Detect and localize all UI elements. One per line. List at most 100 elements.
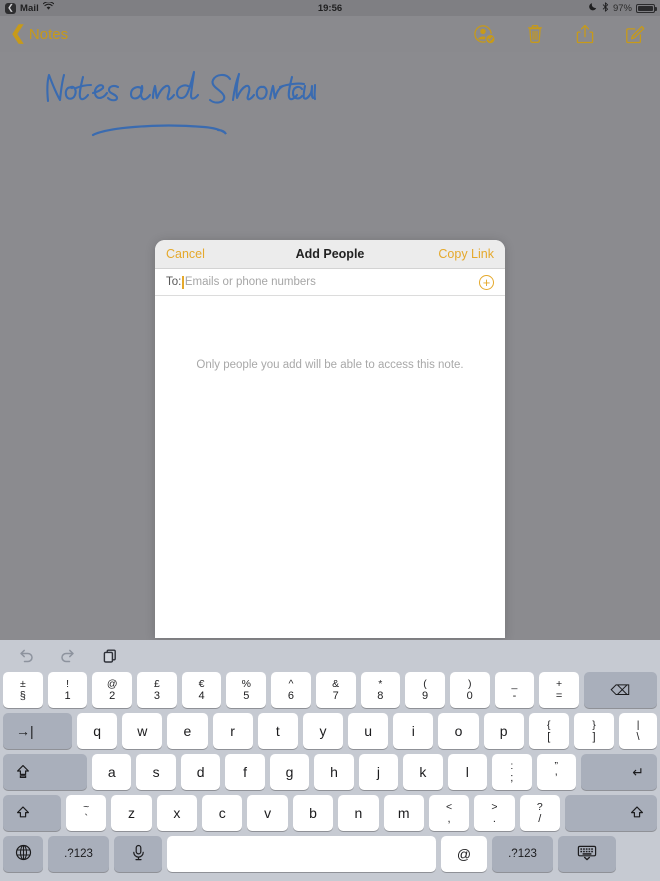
- key-top-label: _: [511, 677, 518, 690]
- key--[interactable]: _ -: [494, 672, 535, 708]
- key-shift-left[interactable]: [3, 795, 61, 831]
- key-label: s: [152, 764, 160, 780]
- status-bar-right: 97%: [589, 1, 660, 15]
- keyboard-row-numbers: ± §! 1 @2 £3 €4% 5 ^ 6 & 7 * 8(9) 0 _ - + = ⌫: [3, 672, 657, 708]
- add-contact-icon[interactable]: +: [479, 274, 494, 290]
- key-symbol-1[interactable]: >.: [474, 795, 515, 831]
- key-punct-0[interactable]: :;: [492, 754, 532, 790]
- key-backspace[interactable]: ⌫: [583, 672, 657, 708]
- key-m[interactable]: m: [383, 795, 424, 831]
- key-globe[interactable]: [3, 836, 43, 872]
- key-bottom-label: 2: [109, 689, 116, 702]
- key-top-label: *: [378, 677, 383, 690]
- key-bottom-label: 3: [153, 689, 160, 702]
- key-bracket-0[interactable]: {[: [528, 713, 569, 749]
- key-r[interactable]: r: [212, 713, 253, 749]
- key-bottom-label: ;: [510, 771, 514, 784]
- key-h[interactable]: h: [314, 754, 354, 790]
- key-dictation[interactable]: [114, 836, 162, 872]
- key-label: l: [465, 764, 469, 780]
- key-d[interactable]: d: [180, 754, 221, 790]
- key-§[interactable]: ± §: [3, 672, 43, 708]
- key-j[interactable]: j: [358, 754, 399, 790]
- key-label: j: [376, 764, 380, 780]
- key-v[interactable]: v: [247, 795, 288, 831]
- key-label: c: [218, 805, 226, 821]
- key-space[interactable]: [167, 836, 436, 872]
- key-top-label: ^: [288, 677, 294, 690]
- key-x[interactable]: x: [156, 795, 198, 831]
- key-l[interactable]: l: [447, 754, 488, 790]
- bluetooth-icon: [602, 1, 609, 15]
- battery-percent-label: 97%: [612, 2, 632, 14]
- key-5[interactable]: % 5: [226, 672, 267, 708]
- key-7[interactable]: & 7: [315, 672, 356, 708]
- paste-icon[interactable]: [101, 647, 119, 665]
- key-g[interactable]: g: [269, 754, 310, 790]
- compose-icon[interactable]: [624, 23, 646, 45]
- key-1[interactable]: ! 1: [47, 672, 88, 708]
- key-label: b: [309, 805, 317, 821]
- key-o[interactable]: o: [438, 713, 479, 749]
- add-collaborator-icon[interactable]: [474, 23, 496, 45]
- key-top-label: }: [592, 718, 596, 731]
- recipients-input[interactable]: Emails or phone numbers: [185, 276, 316, 288]
- key-label: g: [285, 764, 294, 780]
- key-bracket-2[interactable]: | \: [619, 713, 658, 749]
- key-k[interactable]: k: [403, 754, 443, 790]
- share-icon[interactable]: [574, 23, 596, 45]
- key-bracket-1[interactable]: }]: [573, 713, 615, 749]
- hide-keyboard-icon: [577, 845, 597, 864]
- key-s[interactable]: s: [136, 754, 176, 790]
- key-tilde[interactable]: ~ `: [66, 795, 107, 831]
- status-bar-clock: 19:56: [317, 2, 343, 14]
- keyboard-row-qwerty: →| qwertyuiop {[}] | \: [3, 713, 658, 749]
- modal-info-text: Only people you add will be able to acce…: [196, 359, 464, 371]
- key-bottom-label: 0: [466, 689, 473, 702]
- key-punct-1[interactable]: ”’: [536, 754, 576, 790]
- key-q[interactable]: q: [77, 713, 118, 749]
- key-numbers-left[interactable]: .?123: [48, 836, 109, 872]
- key-0[interactable]: ) 0: [449, 672, 490, 708]
- key-shift-right[interactable]: [564, 795, 657, 831]
- key-tab[interactable]: →|: [3, 713, 72, 749]
- key-symbol-0[interactable]: <,: [428, 795, 470, 831]
- key-at[interactable]: @: [441, 836, 487, 872]
- key-4[interactable]: €4: [181, 672, 222, 708]
- key-y[interactable]: y: [302, 713, 344, 749]
- key-p[interactable]: p: [483, 713, 524, 749]
- key-numbers-right[interactable]: .?123: [492, 836, 553, 872]
- key-b[interactable]: b: [292, 795, 334, 831]
- key-bottom-label: -: [512, 689, 517, 702]
- key-hide-keyboard[interactable]: [558, 836, 616, 872]
- trash-icon[interactable]: [524, 23, 546, 45]
- key-i[interactable]: i: [393, 713, 434, 749]
- back-button[interactable]: ❮ Notes: [10, 24, 68, 43]
- key-top-label: ): [467, 677, 472, 690]
- key-9[interactable]: (9: [405, 672, 445, 708]
- key-f[interactable]: f: [225, 754, 265, 790]
- key-n[interactable]: n: [338, 795, 379, 831]
- key-t[interactable]: t: [257, 713, 298, 749]
- key-top-label: ”: [554, 759, 559, 772]
- key-symbol-2[interactable]: ? /: [519, 795, 560, 831]
- key-8[interactable]: * 8: [360, 672, 401, 708]
- recipients-row[interactable]: To: Emails or phone numbers +: [155, 269, 505, 296]
- key-u[interactable]: u: [348, 713, 389, 749]
- key-label: m: [397, 805, 410, 821]
- key-=[interactable]: + =: [539, 672, 579, 708]
- key-bottom-label: /: [538, 812, 542, 825]
- key-3[interactable]: £3: [137, 672, 177, 708]
- redo-icon[interactable]: [59, 647, 77, 665]
- key-6[interactable]: ^ 6: [271, 672, 311, 708]
- key-2[interactable]: @2: [92, 672, 133, 708]
- key-w[interactable]: w: [122, 713, 163, 749]
- key-z[interactable]: z: [111, 795, 152, 831]
- key-e[interactable]: e: [167, 713, 208, 749]
- key-return[interactable]: ↵: [580, 754, 657, 790]
- key-c[interactable]: c: [202, 795, 243, 831]
- key-a[interactable]: a: [92, 754, 132, 790]
- tab-icon: →|: [16, 723, 34, 739]
- undo-icon[interactable]: [17, 647, 35, 665]
- key-capslock[interactable]: [3, 754, 87, 790]
